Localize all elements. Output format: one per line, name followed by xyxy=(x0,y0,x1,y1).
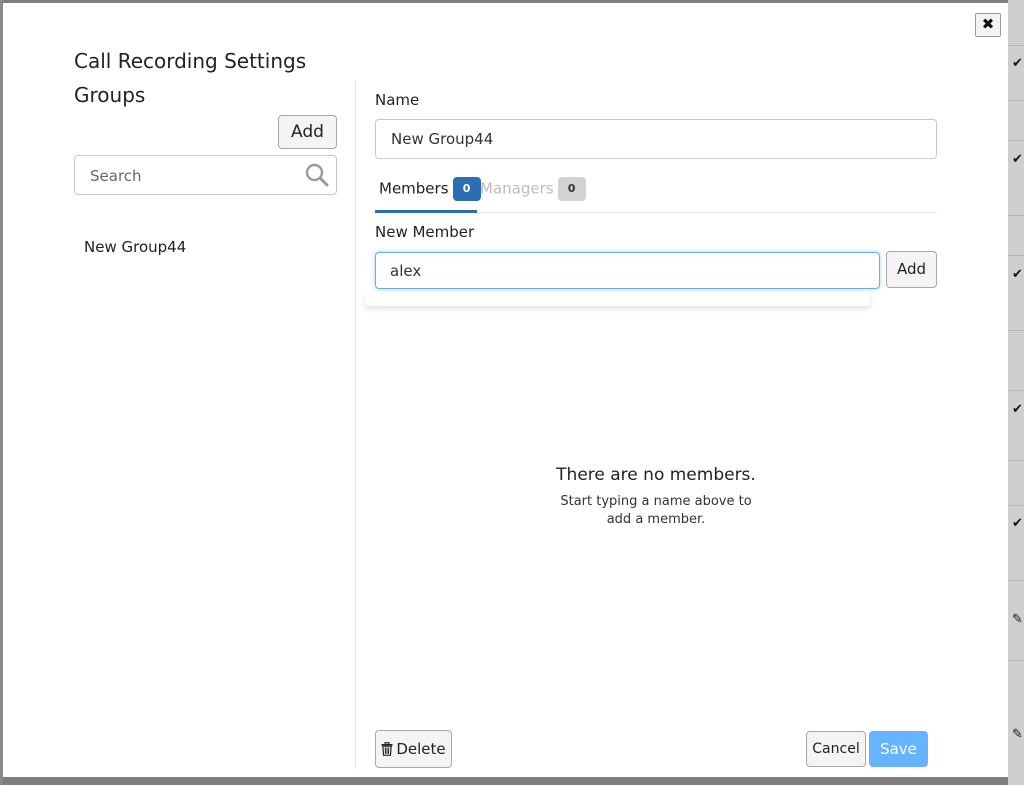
add-member-button[interactable]: Add xyxy=(886,251,937,288)
close-button[interactable]: ✖ xyxy=(975,13,1001,37)
new-member-input[interactable] xyxy=(375,252,880,289)
check-icon: ✔ xyxy=(1012,56,1023,71)
check-icon: ✔ xyxy=(1012,402,1023,417)
background-row-divider xyxy=(1008,660,1024,661)
active-tab-indicator xyxy=(375,210,477,213)
check-icon: ✔ xyxy=(1012,152,1023,167)
managers-count-badge: 0 xyxy=(557,177,586,201)
pencil-icon: ✎ xyxy=(1012,727,1023,742)
background-row-divider xyxy=(1008,45,1024,46)
background-row-divider xyxy=(1008,460,1024,461)
empty-state-title: There are no members. xyxy=(556,465,756,485)
delete-button[interactable]: Delete xyxy=(375,730,452,768)
close-icon: ✖ xyxy=(981,15,995,33)
call-recording-settings-dialog: ✖ Call Recording Settings Groups Add New… xyxy=(3,3,1008,777)
background-page xyxy=(1008,0,1024,785)
save-button[interactable]: Save xyxy=(869,731,928,767)
tab-members-label: Members xyxy=(379,179,449,198)
new-member-label: New Member xyxy=(375,223,475,241)
dialog-title: Call Recording Settings xyxy=(74,49,307,73)
background-row-divider xyxy=(1008,255,1024,256)
pencil-icon: ✎ xyxy=(1012,612,1023,627)
check-icon: ✔ xyxy=(1012,267,1023,282)
delete-button-label: Delete xyxy=(396,740,446,758)
members-count-badge: 0 xyxy=(452,177,481,201)
autocomplete-dropdown xyxy=(365,291,870,306)
tab-managers[interactable]: Managers 0 xyxy=(480,177,586,201)
background-row-divider xyxy=(1008,100,1024,101)
panel-divider xyxy=(355,81,356,769)
background-row-divider xyxy=(1008,330,1024,331)
background-row-divider xyxy=(1008,140,1024,141)
name-label: Name xyxy=(375,91,420,109)
check-icon: ✔ xyxy=(1012,516,1023,531)
group-search-input[interactable] xyxy=(76,157,312,195)
group-search-box xyxy=(74,155,337,195)
cancel-button[interactable]: Cancel xyxy=(806,731,866,767)
background-row-divider xyxy=(1008,390,1024,391)
group-name-input[interactable] xyxy=(375,119,937,159)
groups-heading: Groups xyxy=(74,83,146,107)
background-row-divider xyxy=(1008,215,1024,216)
background-row-divider xyxy=(1008,580,1024,581)
background-row-divider xyxy=(1008,505,1024,506)
empty-state-subtitle: Start typing a name above to add a membe… xyxy=(560,494,752,527)
search-icon[interactable] xyxy=(304,162,330,188)
tab-members[interactable]: Members 0 xyxy=(379,177,481,201)
tab-managers-label: Managers xyxy=(480,179,554,198)
trash-icon xyxy=(381,742,393,756)
add-group-button[interactable]: Add xyxy=(278,115,337,149)
group-list-item[interactable]: New Group44 xyxy=(84,238,186,256)
